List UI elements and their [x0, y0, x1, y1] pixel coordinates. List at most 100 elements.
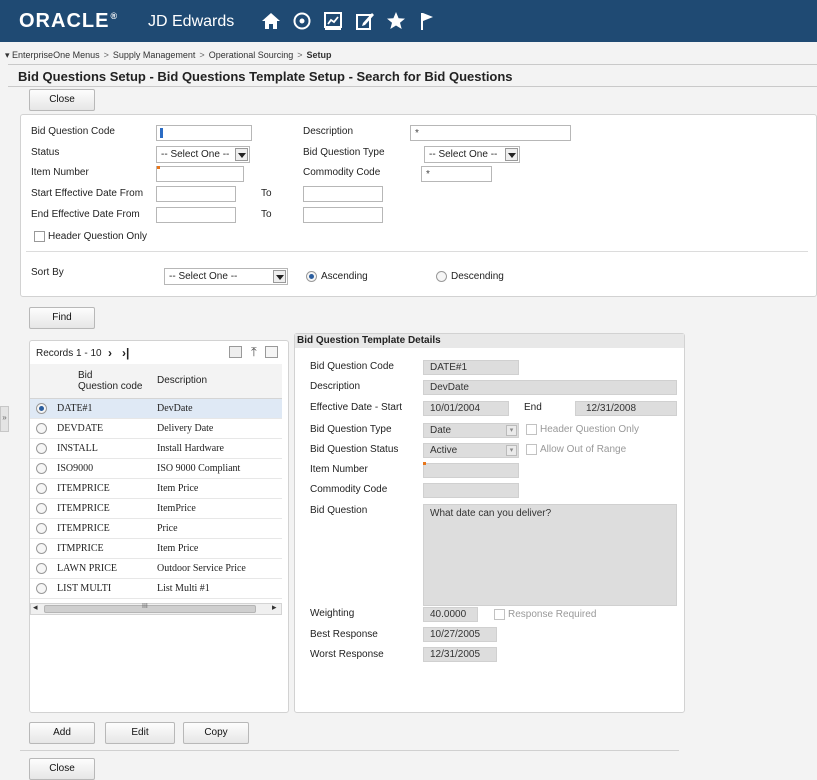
detail-description-label: Description	[310, 381, 361, 392]
bid-question-type-select[interactable]: -- Select One --	[424, 146, 520, 163]
edit-icon[interactable]	[354, 10, 376, 32]
maximize-grid-icon[interactable]	[265, 346, 278, 358]
table-row[interactable]: LAWN PRICE Outdoor Service Price	[30, 558, 282, 579]
description-cell: List Multi #1	[153, 578, 282, 599]
row-radio[interactable]	[36, 402, 47, 414]
best-response-value: 10/27/2005	[423, 627, 497, 642]
row-select-cell	[30, 458, 53, 479]
menu-caret-icon[interactable]: ▾	[5, 50, 10, 60]
table-row[interactable]: ITEMPRICE ItemPrice	[30, 498, 282, 519]
edit-button[interactable]: Edit	[105, 722, 175, 744]
detail-status-label: Bid Question Status	[310, 444, 399, 455]
breadcrumb-item[interactable]: EnterpriseOne Menus	[12, 50, 100, 60]
expand-panel-handle[interactable]: »	[0, 406, 9, 432]
bid-question-code-input[interactable]	[156, 125, 252, 141]
close-button[interactable]: Close	[29, 89, 95, 111]
row-radio[interactable]	[36, 442, 47, 454]
end-date-value: 12/31/2008	[575, 401, 677, 416]
bid-question-code-cell: LIST MULTI	[53, 578, 153, 599]
row-radio[interactable]	[36, 482, 47, 494]
table-row[interactable]: ITEMPRICE Item Price	[30, 478, 282, 499]
descending-label: Descending	[451, 271, 504, 282]
breadcrumb-item[interactable]: Operational Sourcing	[209, 50, 294, 60]
divider	[26, 251, 808, 252]
text-cursor	[160, 128, 163, 138]
row-radio[interactable]	[36, 582, 47, 594]
detail-commodity-code-label: Commodity Code	[310, 484, 388, 495]
scroll-left-icon[interactable]: ◂	[33, 602, 38, 613]
column-header-description[interactable]: Description	[153, 364, 282, 399]
chevron-down-icon: ▾	[506, 425, 517, 436]
next-page-icon[interactable]: ›	[108, 346, 112, 360]
item-number-input[interactable]	[156, 166, 244, 182]
close-button-bottom[interactable]: Close	[29, 758, 95, 780]
chart-icon[interactable]	[322, 10, 344, 32]
row-radio[interactable]	[36, 562, 47, 574]
table-row[interactable]: DEVDATE Delivery Date	[30, 418, 282, 439]
scrollbar-thumb[interactable]	[44, 605, 256, 613]
star-icon[interactable]	[385, 10, 407, 32]
divider	[8, 64, 817, 65]
start-effective-to-input[interactable]	[303, 186, 383, 202]
bid-question-code-cell: INSTALL	[53, 438, 153, 459]
breadcrumb-item[interactable]: Setup	[307, 50, 332, 60]
table-row[interactable]: ISO9000 ISO 9000 Compliant	[30, 458, 282, 479]
commodity-code-input[interactable]: *	[421, 166, 492, 182]
response-required-checkbox	[494, 609, 505, 620]
worst-response-label: Worst Response	[310, 649, 384, 660]
records-count: Records 1 - 10	[36, 348, 102, 359]
detail-description-value: DevDate	[423, 380, 677, 395]
bid-question-code-cell: LAWN PRICE	[53, 558, 153, 579]
row-radio[interactable]	[36, 422, 47, 434]
row-radio[interactable]	[36, 462, 47, 474]
bid-question-code-cell: DEVDATE	[53, 418, 153, 439]
item-number-label: Item Number	[31, 167, 89, 178]
table-row[interactable]: ITMPRICE Item Price	[30, 538, 282, 559]
recent-icon[interactable]	[291, 10, 313, 32]
description-cell: Item Price	[153, 478, 282, 499]
descending-radio[interactable]	[436, 271, 447, 282]
scroll-right-icon[interactable]: ▸	[272, 602, 277, 613]
row-select-cell	[30, 538, 53, 559]
row-select-cell	[30, 578, 53, 599]
row-radio[interactable]	[36, 542, 47, 554]
required-marker-icon	[423, 462, 426, 465]
copy-button[interactable]: Copy	[183, 722, 249, 744]
start-effective-from-input[interactable]	[156, 186, 236, 202]
end-effective-from-input[interactable]	[156, 207, 236, 223]
status-select[interactable]: -- Select One --	[156, 146, 250, 163]
ascending-label: Ascending	[321, 271, 368, 282]
grid-format-icon[interactable]	[229, 346, 242, 358]
top-navigation-bar	[0, 0, 817, 42]
table-row[interactable]: ITEMPRICE Price	[30, 518, 282, 539]
flag-icon[interactable]	[416, 10, 438, 32]
header-question-only-checkbox[interactable]	[34, 231, 45, 242]
search-panel	[20, 114, 817, 297]
end-effective-to-input[interactable]	[303, 207, 383, 223]
row-select-cell	[30, 478, 53, 499]
table-row[interactable]: LIST MULTI List Multi #1	[30, 578, 282, 599]
weighting-label: Weighting	[310, 608, 355, 619]
row-radio[interactable]	[36, 522, 47, 534]
column-header-bid-question-code[interactable]: Bid Question code	[53, 364, 153, 399]
table-row[interactable]: INSTALL Install Hardware	[30, 438, 282, 459]
home-icon[interactable]	[260, 10, 282, 32]
breadcrumb-item[interactable]: Supply Management	[113, 50, 196, 60]
detail-code-value: DATE#1	[423, 360, 519, 375]
add-button[interactable]: Add	[29, 722, 95, 744]
row-radio[interactable]	[36, 502, 47, 514]
description-label: Description	[303, 126, 354, 137]
description-input[interactable]: *	[410, 125, 571, 141]
response-required-label: Response Required	[508, 609, 597, 620]
ascending-radio[interactable]	[306, 271, 317, 282]
weighting-value: 40.0000	[423, 607, 478, 622]
table-row[interactable]: DATE#1 DevDate	[30, 398, 282, 419]
last-page-icon[interactable]: ›|	[122, 346, 129, 360]
sort-by-select[interactable]: -- Select One --	[164, 268, 288, 285]
description-cell: Price	[153, 518, 282, 539]
chevron-down-icon: ▾	[506, 445, 517, 456]
export-icon[interactable]: ⤒	[251, 344, 257, 360]
detail-item-number-value	[423, 463, 519, 478]
find-button[interactable]: Find	[29, 307, 95, 329]
description-cell: Item Price	[153, 538, 282, 559]
